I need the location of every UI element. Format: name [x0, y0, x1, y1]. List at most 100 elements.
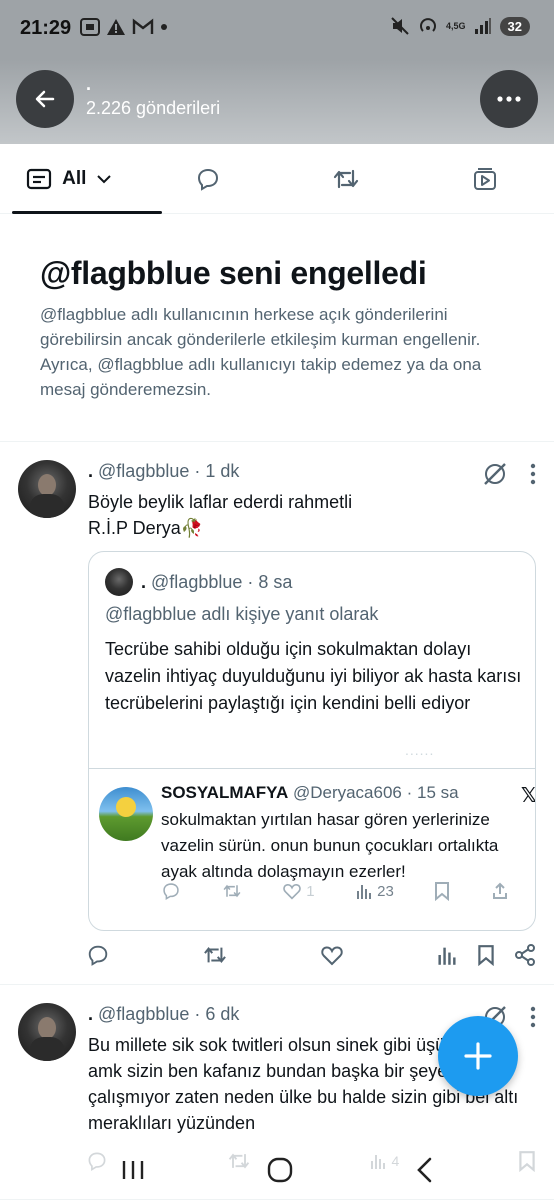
tab-replies[interactable]	[139, 144, 278, 213]
more-vertical-icon[interactable]	[530, 1006, 536, 1028]
signal-icon	[474, 18, 491, 34]
tweet-right-actions	[436, 944, 536, 966]
tweet-text: Böyle beylik laflar ederdi rahmetli R.İ.…	[88, 489, 352, 541]
embedded-share	[491, 881, 509, 901]
system-nav-bar	[0, 1140, 554, 1200]
embedded-post-card[interactable]: SOSYALMAFYA @Deryaca606 · 15 sa 𝕏 sokulm…	[89, 768, 536, 930]
compose-button[interactable]	[438, 1016, 518, 1096]
quoted-meta: . @flagbblue · 8 sa	[141, 572, 292, 593]
embedded-meta: SOSYALMAFYA @Deryaca606 · 15 sa	[161, 783, 459, 803]
tweet-time: · 1 dk	[194, 461, 240, 481]
quoted-author-handle: @flagbblue	[151, 572, 243, 592]
embedded-text: sokulmaktan yırtılan hasar gören yerleri…	[161, 810, 499, 881]
tweet-meta: . @flagbblue · 1 dk	[88, 461, 239, 482]
hotspot-icon	[420, 18, 436, 32]
grok-icon[interactable]	[482, 461, 508, 487]
tab-all-label: All	[62, 167, 87, 189]
network-type: 4,5G	[446, 20, 466, 31]
embedded-author-handle: @Deryaca606	[292, 783, 402, 802]
blocked-description: @flagbblue adlı kullanıcının herkese açı…	[40, 305, 482, 399]
profile-tabs: All	[0, 144, 554, 214]
author-handle[interactable]: @flagbblue	[98, 461, 189, 481]
quoted-time: · 8 sa	[247, 572, 293, 592]
reply-icon	[88, 945, 108, 966]
tab-reposts[interactable]	[277, 144, 416, 213]
back-nav-icon[interactable]	[414, 1156, 434, 1184]
like-button[interactable]	[320, 944, 344, 966]
tab-all[interactable]: All	[0, 144, 162, 214]
gmail-icon	[132, 18, 154, 34]
embedded-bookmark	[434, 881, 450, 901]
embedded-avatar	[99, 787, 153, 841]
more-options-button[interactable]	[480, 70, 538, 128]
blocked-notice: @flagbblue seni engelledi @flagbblue adl…	[0, 215, 554, 442]
author-name[interactable]: .	[88, 1004, 93, 1024]
tab-media[interactable]	[416, 144, 554, 213]
bookmark-icon[interactable]	[476, 944, 496, 966]
more-horizontal-icon	[497, 96, 521, 102]
embedded-action-bar: 1 23	[161, 881, 509, 901]
embedded-views: 23	[355, 881, 394, 901]
author-handle[interactable]: @flagbblue	[98, 1004, 189, 1024]
reply-context: @flagbblue adlı kişiye yanıt olarak	[105, 604, 379, 624]
views-icon[interactable]	[436, 944, 458, 966]
quoted-tweet[interactable]: . @flagbblue · 8 sa @flagbblue adlı kişi…	[88, 551, 536, 931]
embedded-like: 1	[282, 881, 315, 901]
feed-icon	[27, 168, 52, 189]
reply-button[interactable]	[86, 943, 110, 967]
profile-name: .	[86, 74, 92, 94]
status-right-icons: 4,5G 32	[390, 16, 530, 36]
tweet-action-bar	[86, 943, 536, 967]
alert-icon	[107, 19, 125, 35]
media-icon	[473, 167, 496, 190]
blocked-title: @flagbblue seni engelledi	[40, 255, 427, 291]
post-count: 2.226 gönderileri	[86, 98, 221, 118]
status-left-icons	[80, 18, 168, 36]
author-name[interactable]: .	[88, 461, 93, 481]
quoted-author-name: .	[141, 572, 147, 592]
views-icon	[357, 885, 372, 899]
mute-icon	[391, 17, 409, 35]
share-icon[interactable]	[514, 944, 536, 966]
recent-apps-icon[interactable]	[120, 1158, 146, 1182]
retweet-icon	[334, 169, 359, 188]
profile-header: . 2.226 gönderileri	[0, 60, 554, 144]
embedded-time: · 15 sa	[406, 783, 459, 802]
battery-badge: 32	[499, 16, 530, 36]
chevron-down-icon	[97, 174, 112, 183]
embedded-repost	[222, 881, 242, 901]
tweet-text-line: R.İ.P Derya🥀	[88, 518, 204, 538]
heart-icon	[321, 946, 343, 966]
embedded-reply	[161, 881, 181, 901]
screenshot-icon	[80, 18, 100, 36]
heart-icon	[283, 884, 301, 900]
share-icon	[493, 882, 507, 899]
retweet-icon	[223, 884, 241, 898]
tweet-meta: . @flagbblue · 6 dk	[88, 1004, 239, 1025]
avatar[interactable]	[18, 460, 76, 518]
embedded-author-name: SOSYALMAFYA	[161, 783, 289, 802]
tweet[interactable]: . @flagbblue · 1 dk Böyle beylik laflar …	[0, 443, 554, 985]
reply-icon	[163, 883, 179, 901]
plus-icon	[464, 1042, 492, 1070]
embedded-view-count: 23	[377, 882, 394, 900]
truncation-dots: ......	[405, 742, 435, 758]
quoted-avatar	[105, 568, 133, 596]
x-logo-icon: 𝕏	[520, 785, 536, 807]
status-time: 21:29	[20, 17, 72, 39]
arrow-left-icon	[35, 90, 55, 108]
status-bar: 21:29 4,5G 32	[0, 0, 554, 60]
bookmark-icon	[435, 882, 450, 901]
more-vertical-icon[interactable]	[530, 463, 536, 485]
repost-button[interactable]	[202, 944, 228, 966]
back-button[interactable]	[16, 70, 74, 128]
reply-icon	[197, 168, 218, 191]
tweet-top-actions	[482, 461, 536, 487]
embedded-like-count: 1	[306, 882, 315, 900]
dot-icon	[161, 24, 167, 30]
home-icon[interactable]	[266, 1156, 294, 1184]
tweet-text-line: Böyle beylik laflar ederdi rahmetli	[88, 492, 353, 512]
avatar[interactable]	[18, 1003, 76, 1061]
retweet-icon	[204, 946, 226, 964]
quoted-text: Tecrübe sahibi olduğu için sokulmaktan d…	[105, 639, 522, 713]
